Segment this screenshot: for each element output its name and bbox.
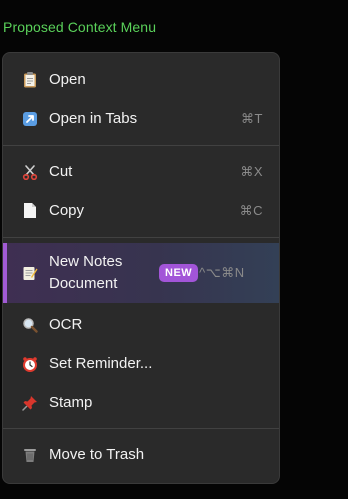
menu-item-move-to-trash[interactable]: Move to Trash — [3, 435, 279, 474]
keyboard-shortcut: ⌘T — [241, 110, 263, 126]
menu-item-cut[interactable]: Cut ⌘X — [3, 152, 279, 191]
menu-item-label: Set Reminder... — [49, 355, 153, 372]
keyboard-shortcut: ⌘X — [240, 163, 263, 179]
menu-item-set-reminder[interactable]: Set Reminder... — [3, 344, 279, 383]
keyboard-shortcut: ⌘C — [239, 202, 263, 218]
menu-item-copy[interactable]: Copy ⌘C — [3, 191, 279, 230]
menu-item-new-notes-document[interactable]: New Notes Document NEW ^⌥⌘N — [3, 243, 279, 303]
page-heading: Proposed Context Menu — [3, 19, 157, 35]
page: Proposed Context Menu Open Open in Tabs … — [0, 0, 348, 499]
menu-item-label: Move to Trash — [49, 446, 145, 463]
menu-item-label: OCR — [49, 316, 83, 333]
menu-item-label: New Notes Document — [49, 253, 123, 292]
menu-divider — [3, 145, 279, 146]
menu-item-ocr[interactable]: OCR — [3, 305, 279, 344]
menu-divider — [3, 428, 279, 429]
menu-item-open-in-tabs[interactable]: Open in Tabs ⌘T — [3, 99, 279, 138]
arrow-up-right-box-icon — [21, 110, 39, 128]
menu-item-label: Open — [49, 71, 86, 88]
context-menu: Open Open in Tabs ⌘T Cut ⌘X Copy ⌘C New … — [2, 52, 280, 484]
menu-item-label: Cut — [49, 163, 73, 180]
document-icon — [21, 202, 39, 220]
new-badge: NEW — [159, 264, 199, 282]
menu-item-label: Stamp — [49, 394, 93, 411]
menu-item-label: Copy — [49, 202, 85, 219]
menu-item-stamp[interactable]: Stamp — [3, 383, 279, 422]
magnifier-icon — [21, 316, 39, 334]
pushpin-icon — [21, 394, 39, 412]
memo-icon — [21, 264, 39, 282]
keyboard-shortcut: ^⌥⌘N — [199, 265, 245, 280]
menu-divider — [3, 237, 279, 238]
scissors-icon — [21, 163, 39, 181]
menu-item-open[interactable]: Open — [3, 60, 279, 99]
clipboard-icon — [21, 71, 39, 89]
trash-icon — [21, 446, 39, 464]
menu-item-label: Open in Tabs — [49, 110, 138, 127]
alarm-clock-icon — [21, 355, 39, 373]
